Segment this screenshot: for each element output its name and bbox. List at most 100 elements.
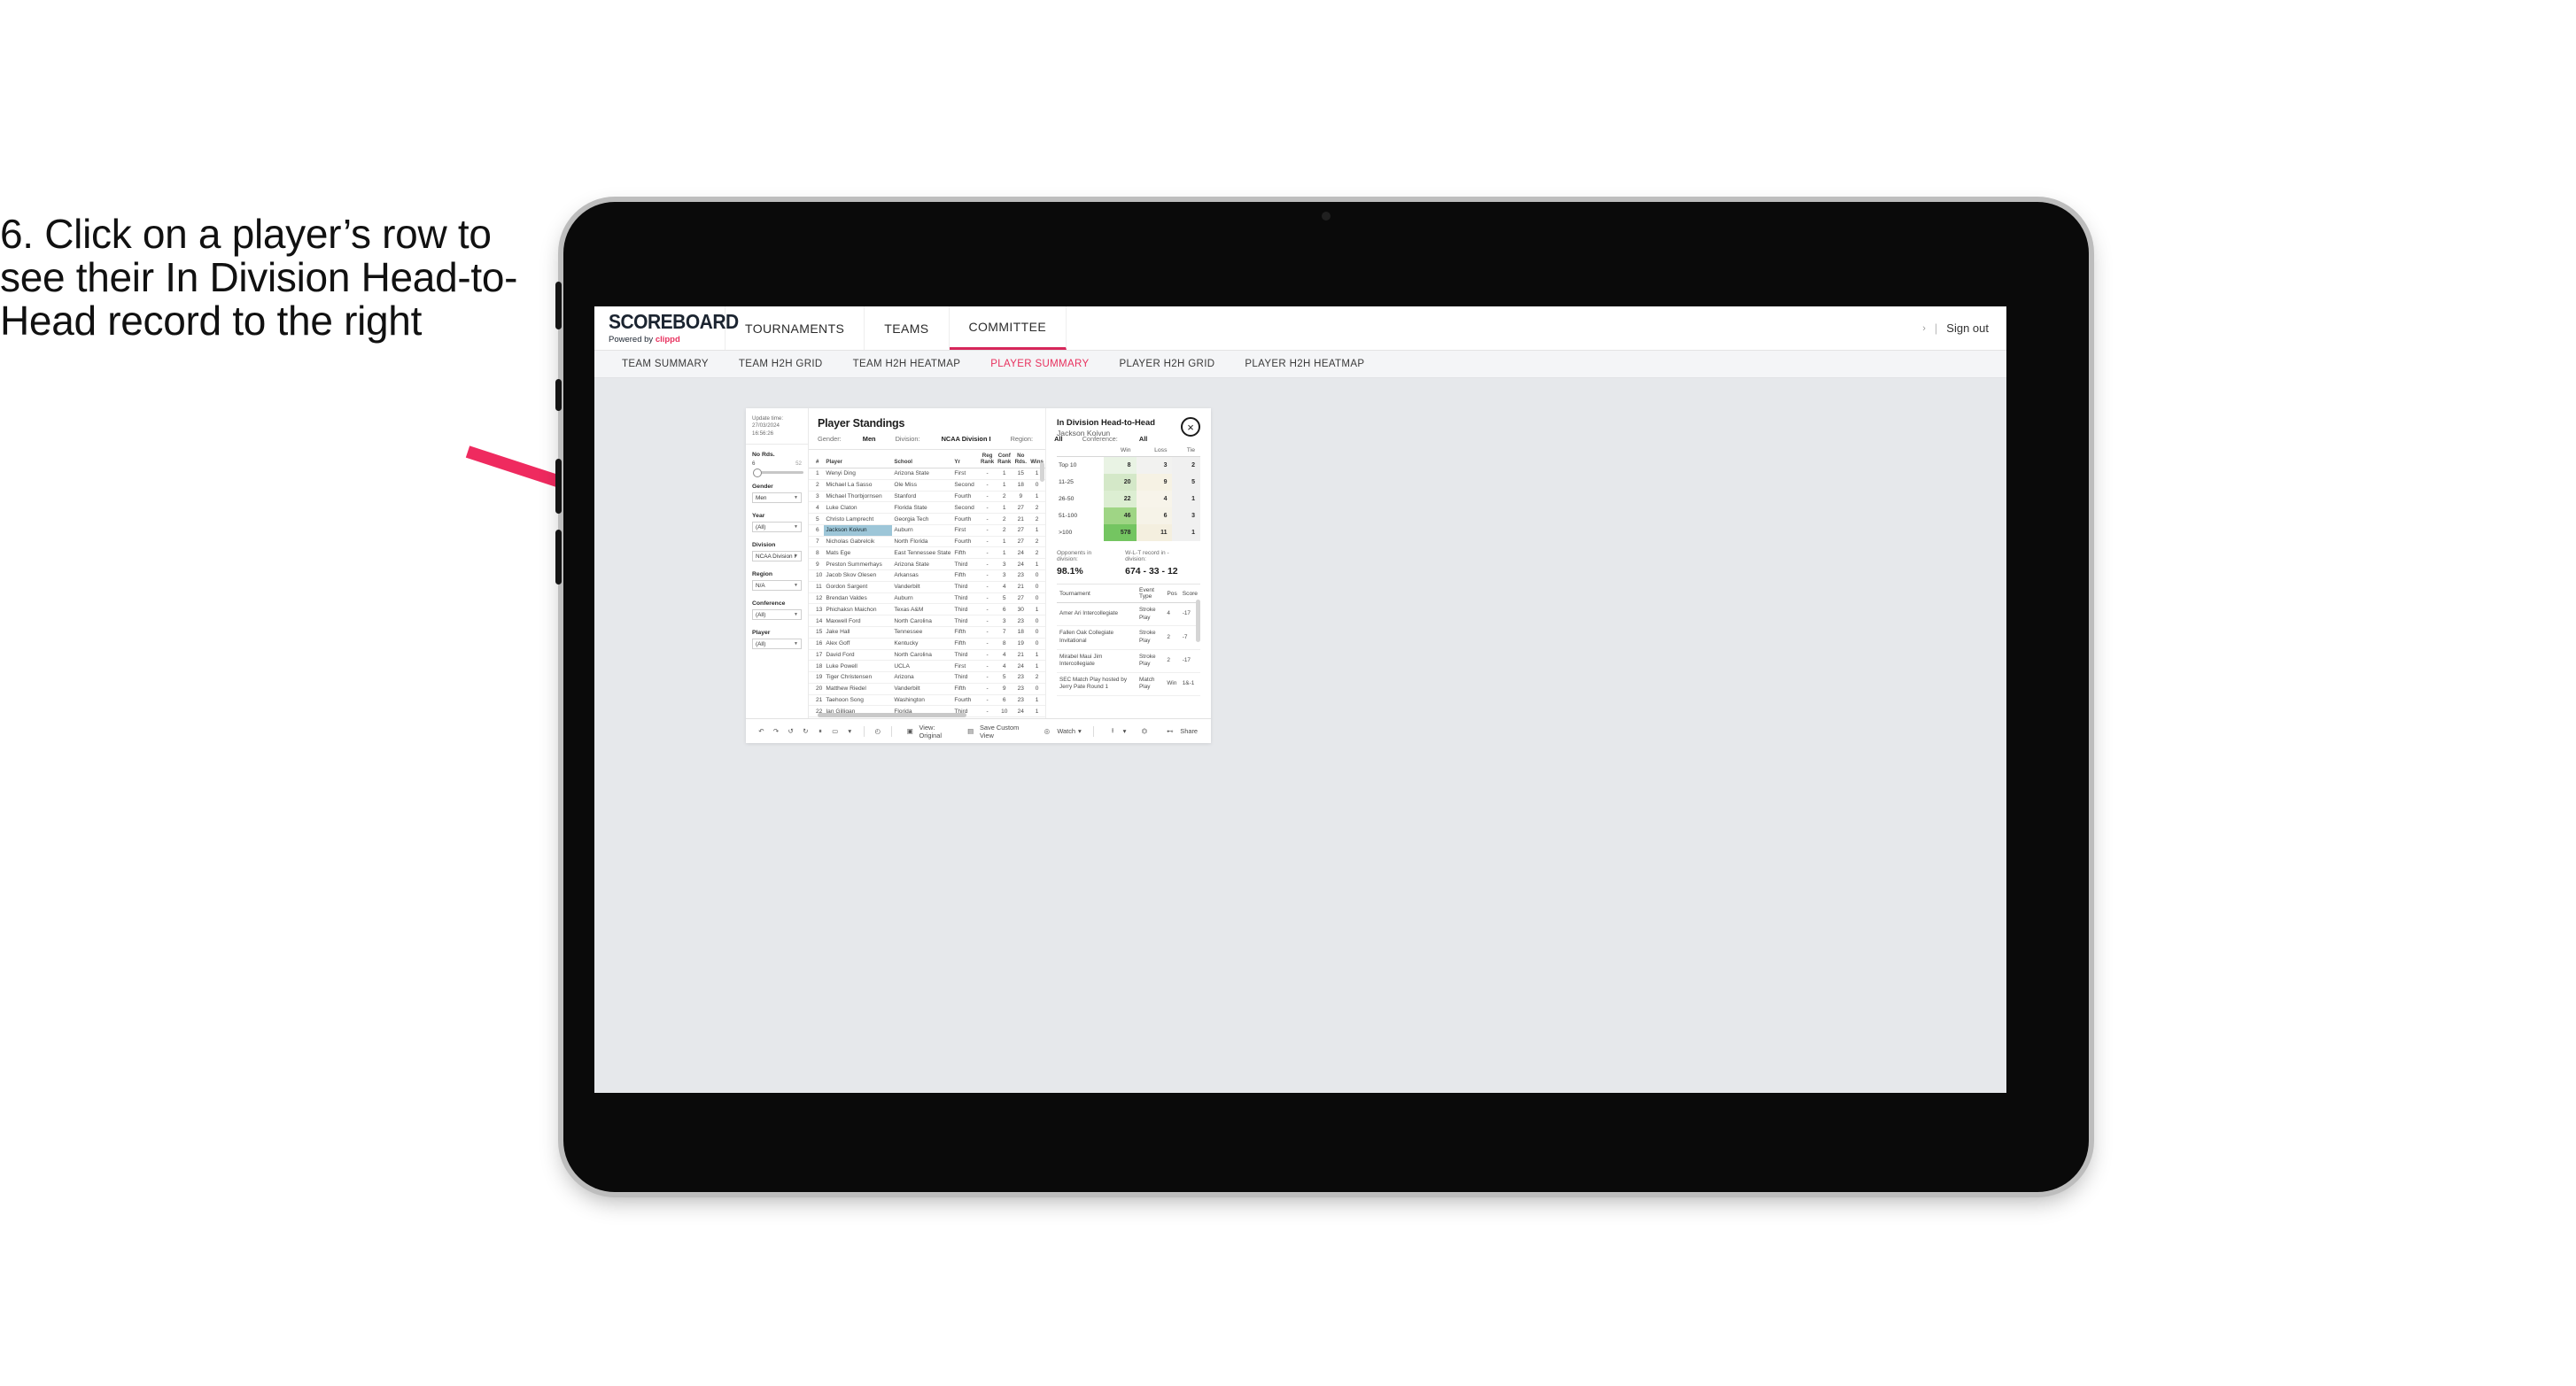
- subtab-team-summary[interactable]: TEAM SUMMARY: [607, 359, 724, 369]
- table-row[interactable]: 3 Michael Thorbjornsen Stanford Fourth -2 9 1: [809, 491, 1045, 503]
- cell-reg-rank: -: [979, 581, 997, 593]
- subtab-player-summary[interactable]: PLAYER SUMMARY: [975, 359, 1104, 369]
- cell-year: Third: [952, 581, 980, 593]
- clock-icon[interactable]: ◴: [871, 724, 884, 739]
- save-custom-view-label: Save Custom View: [979, 723, 1020, 739]
- side-button-mute[interactable]: [555, 282, 562, 329]
- table-row[interactable]: 6 Jackson Koivun Auburn First -2 27 1: [809, 524, 1045, 537]
- h2h-col-loss: Loss: [1136, 445, 1173, 457]
- table-row[interactable]: 18 Luke Powell UCLA First -4 24 1: [809, 660, 1045, 673]
- cell-wins: 1: [1028, 524, 1045, 537]
- watch-button[interactable]: ◎ Watch ▾: [1035, 724, 1085, 739]
- division-select[interactable]: NCAA Division I ▼: [752, 551, 802, 562]
- cell-school: Arizona State: [892, 468, 953, 480]
- conference-select[interactable]: (All) ▼: [752, 609, 802, 621]
- event-row[interactable]: Mirabel Maui Jim Intercollegiate Stroke P…: [1057, 649, 1200, 673]
- revert-icon[interactable]: ↺: [784, 724, 797, 739]
- cell-no-rds: 19: [1013, 638, 1029, 650]
- subtab-team-h2h-grid[interactable]: TEAM H2H GRID: [724, 359, 838, 369]
- shape-icon[interactable]: ▭: [828, 724, 842, 739]
- cell-year: Fifth: [952, 626, 980, 639]
- table-row[interactable]: 12 Brendan Valdes Auburn Third -5 27 0: [809, 592, 1045, 605]
- h2h-cell-win: 22: [1104, 491, 1137, 507]
- cell-reg-rank: -: [979, 558, 997, 571]
- h2h-summary-stats: Opponents in division: 98.1% W-L-T recor…: [1057, 550, 1200, 577]
- table-row[interactable]: 14 Maxwell Ford North Carolina Third -3 23 0: [809, 615, 1045, 627]
- table-row[interactable]: 21 Taehoon Song Washington Fourth -6 23 1: [809, 694, 1045, 707]
- table-row[interactable]: 20 Matthew Riedel Vanderbilt Fifth -9 23 0: [809, 683, 1045, 695]
- shape-chevron-down-icon[interactable]: ▾: [843, 724, 857, 739]
- table-row[interactable]: 5 Christo Lamprecht Georgia Tech Fourth -2 21…: [809, 513, 1045, 525]
- table-row[interactable]: 15 Jake Hall Tennessee Fifth -7 18 0: [809, 626, 1045, 639]
- col-pos[interactable]: Pos: [1164, 584, 1180, 603]
- redo-icon[interactable]: ↷: [770, 724, 783, 739]
- nav-tab-committee[interactable]: COMMITTEE: [949, 306, 1067, 350]
- download-button[interactable]: ⭳ ▾: [1101, 724, 1131, 739]
- pause-icon[interactable]: ⏸: [814, 724, 827, 739]
- table-row[interactable]: 1 Wenyi Ding Arizona State First -1 15 1: [809, 468, 1045, 480]
- table-row[interactable]: 16 Alex Goff Kentucky Fifth -8 19 0: [809, 638, 1045, 650]
- fullscreen-button[interactable]: ⏣: [1132, 724, 1156, 739]
- nav-tab-tournaments[interactable]: TOURNAMENTS: [725, 306, 865, 350]
- events-vertical-scrollbar[interactable]: [1196, 600, 1200, 642]
- account-chevron-icon[interactable]: ›: [1922, 323, 1926, 334]
- sign-out-link[interactable]: Sign out: [1946, 321, 1989, 335]
- table-row[interactable]: 2 Michael La Sasso Ole Miss Second -1 18 0: [809, 479, 1045, 492]
- cell-no-rds: 21: [1013, 581, 1029, 593]
- col-school[interactable]: School: [892, 450, 953, 468]
- cell-no-rds: 23: [1013, 694, 1029, 707]
- cell-rank: 16: [809, 638, 825, 650]
- standings-horizontal-scrollbar[interactable]: [818, 713, 966, 717]
- stat-wlt-value: 674 - 33 - 12: [1125, 566, 1178, 577]
- standings-vertical-scrollbar[interactable]: [1040, 462, 1044, 482]
- event-row[interactable]: Fallen Oak Collegiate Invitational Stroke…: [1057, 625, 1200, 650]
- player-select[interactable]: (All) ▼: [752, 639, 802, 650]
- table-row[interactable]: 7 Nicholas Gabrelcik North Florida Fourth -1…: [809, 536, 1045, 548]
- col-year[interactable]: Yr: [952, 450, 980, 468]
- save-custom-view-button[interactable]: ▤ Save Custom View: [959, 724, 1031, 739]
- event-row[interactable]: Amer Ari Intercollegiate Stroke Play 4 -17: [1057, 602, 1200, 627]
- gender-select[interactable]: Men ▼: [752, 492, 802, 504]
- cell-school: Florida State: [892, 501, 953, 515]
- standings-table-scroll[interactable]: # Player School Yr Reg Rank Conf Rank No Rd…: [809, 449, 1045, 718]
- subtab-team-h2h-heatmap[interactable]: TEAM H2H HEATMAP: [838, 359, 976, 369]
- save-view-icon: ▤: [967, 727, 974, 735]
- col-tournament[interactable]: Tournament: [1057, 584, 1137, 603]
- cell-no-rds: 24: [1013, 705, 1029, 718]
- region-select[interactable]: N/A ▼: [752, 580, 802, 592]
- col-no-rds[interactable]: No Rds.: [1013, 450, 1029, 468]
- table-row[interactable]: 4 Luke Claton Florida State Second -1 27 2: [809, 501, 1045, 515]
- side-button-volume-up[interactable]: [555, 459, 562, 514]
- table-row[interactable]: 9 Preston Summerhays Arizona State Third -3 2…: [809, 558, 1045, 571]
- table-row[interactable]: 11 Gordon Sargent Vanderbilt Third -4 21 0: [809, 581, 1045, 593]
- year-select[interactable]: (All) ▼: [752, 522, 802, 533]
- undo-icon[interactable]: ↶: [755, 724, 768, 739]
- share-button[interactable]: ⊷ Share: [1158, 724, 1202, 739]
- side-button-top[interactable]: [555, 379, 562, 411]
- table-row[interactable]: 8 Mats Ege East Tennessee State Fifth -1 24 2: [809, 546, 1045, 560]
- table-row[interactable]: 17 David Ford North Carolina Third -4 21 1: [809, 649, 1045, 662]
- col-event-type[interactable]: Event Type: [1137, 584, 1165, 603]
- subtab-player-h2h-grid[interactable]: PLAYER H2H GRID: [1104, 359, 1230, 369]
- brand-logo[interactable]: SCOREBOARD Powered by clippd: [594, 306, 739, 350]
- table-row[interactable]: 10 Jacob Skov Olesen Arkansas Fifth -3 23 0: [809, 569, 1045, 582]
- table-row[interactable]: 13 Phichaksn Maichon Texas A&M Third -6 30 1: [809, 603, 1045, 616]
- year-select-value: (All): [756, 523, 766, 530]
- slider-handle[interactable]: [753, 468, 762, 477]
- col-rank[interactable]: #: [809, 450, 825, 468]
- cell-year: Fifth: [952, 546, 980, 560]
- event-row[interactable]: SEC Match Play hosted by Jerry Pate Roun…: [1057, 672, 1200, 697]
- close-icon[interactable]: ×: [1181, 417, 1200, 437]
- col-conf-rank[interactable]: Conf Rank: [996, 450, 1013, 468]
- no-rounds-slider[interactable]: [753, 468, 803, 477]
- table-row[interactable]: 19 Tiger Christensen Arizona Third -5 23 2: [809, 671, 1045, 684]
- col-reg-rank[interactable]: Reg Rank: [979, 450, 997, 468]
- side-button-volume-down[interactable]: [555, 530, 562, 585]
- events-table-scroll[interactable]: Tournament Event Type Pos Score Amer Ari…: [1057, 584, 1200, 718]
- subtab-player-h2h-heatmap[interactable]: PLAYER H2H HEATMAP: [1230, 359, 1379, 369]
- meta-gender-label: Gender:: [818, 435, 842, 443]
- nav-tab-teams[interactable]: TEAMS: [865, 306, 950, 350]
- col-player[interactable]: Player: [824, 450, 893, 468]
- view-original-button[interactable]: ▣ View: Original: [899, 724, 958, 739]
- refresh-icon[interactable]: ↻: [799, 724, 812, 739]
